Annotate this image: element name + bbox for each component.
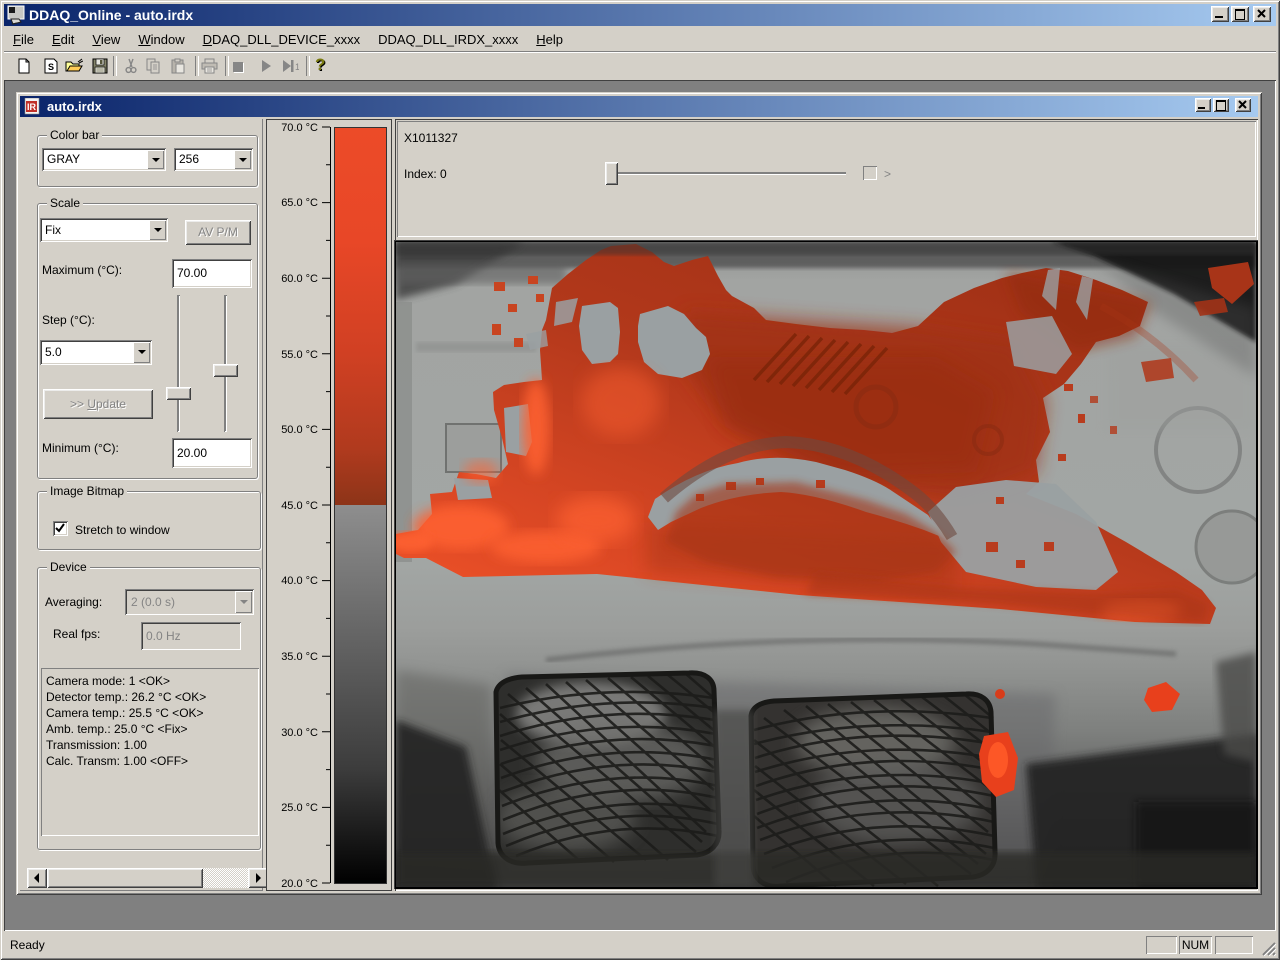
svg-text:55.0 °C: 55.0 °C [281,349,318,361]
svg-text:50.0 °C: 50.0 °C [281,424,318,436]
svg-text:45.0 °C: 45.0 °C [281,500,318,512]
svg-text:60.0 °C: 60.0 °C [281,273,318,285]
svg-text:30.0 °C: 30.0 °C [281,727,318,739]
svg-text:25.0 °C: 25.0 °C [281,802,318,814]
svg-text:70.0 °C: 70.0 °C [281,122,318,134]
svg-text:1: 1 [295,62,299,72]
svg-text:S: S [48,62,54,72]
svg-text:IR: IR [27,102,37,112]
svg-text:40.0 °C: 40.0 °C [281,575,318,587]
svg-text:35.0 °C: 35.0 °C [281,651,318,663]
svg-text:65.0 °C: 65.0 °C [281,197,318,209]
svg-text:20.0 °C: 20.0 °C [281,878,318,890]
